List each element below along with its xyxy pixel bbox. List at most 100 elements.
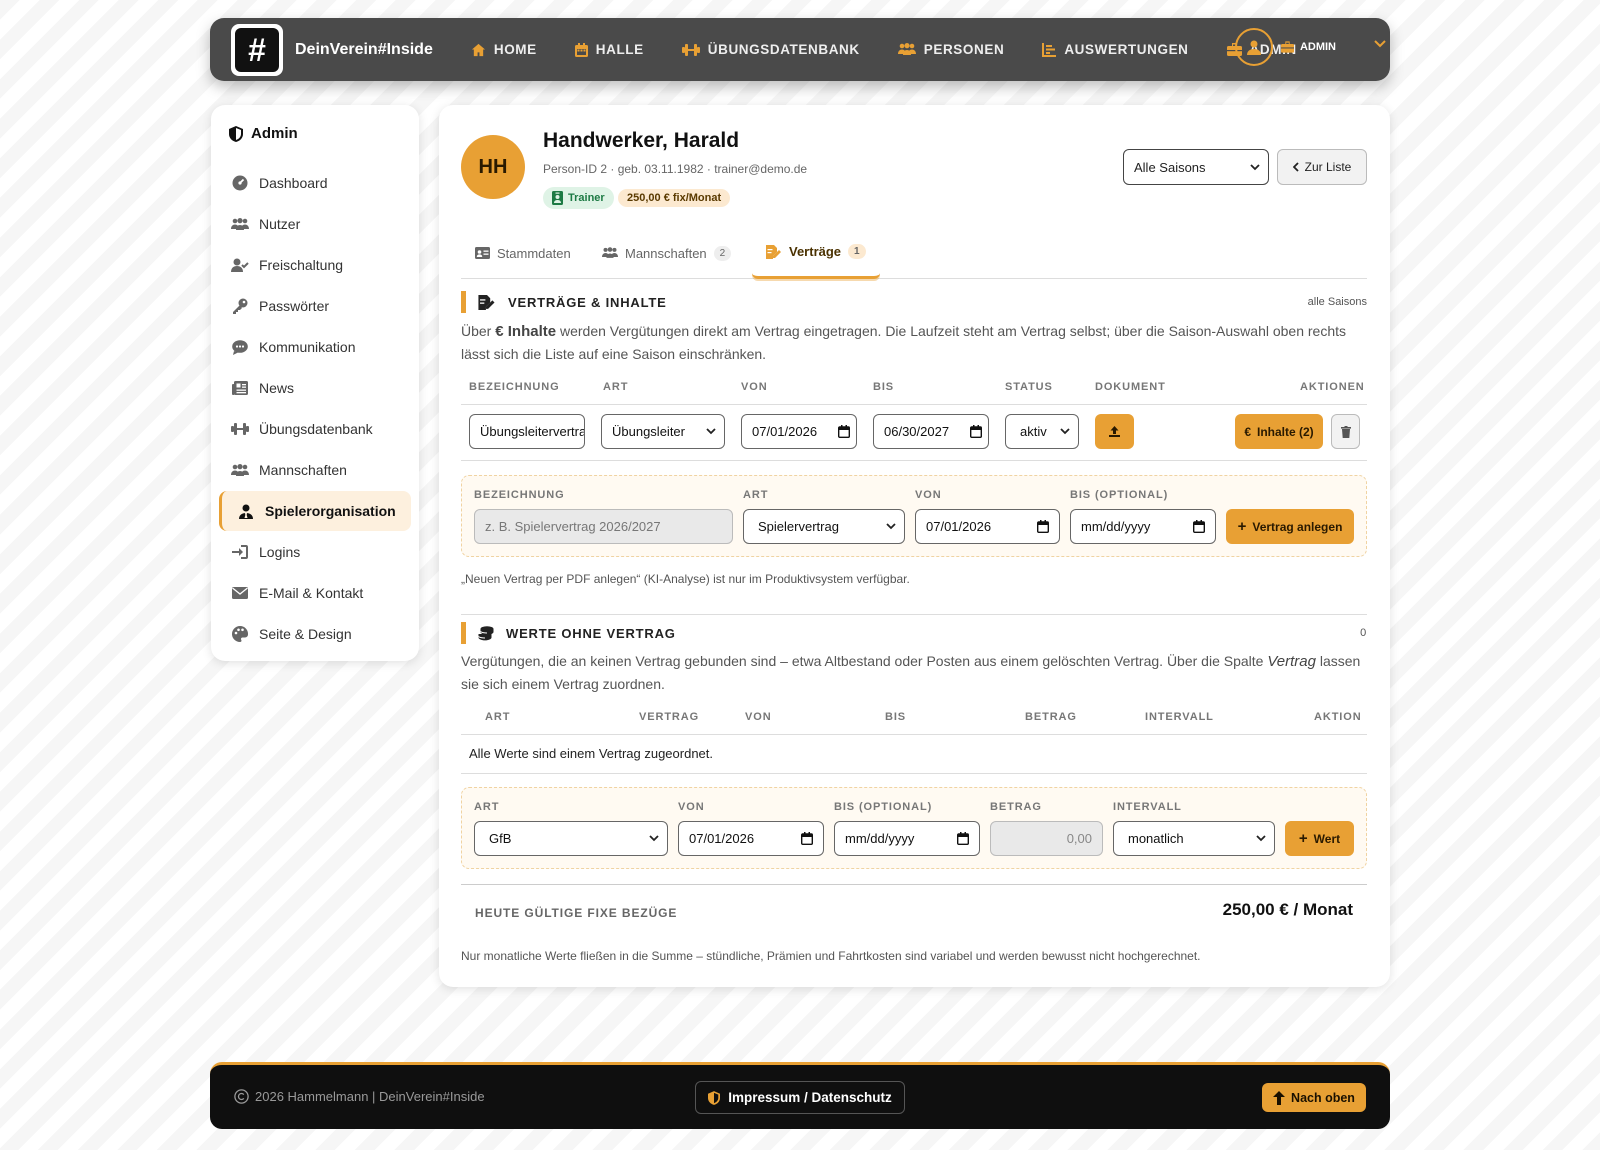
- sidebar-item-label: News: [259, 380, 295, 396]
- tab-vertraege[interactable]: Verträge 1: [752, 227, 880, 279]
- imprint-link[interactable]: Impressum / Datenschutz: [695, 1081, 905, 1114]
- sidebar-item-kommunikation[interactable]: Kommunikation: [219, 327, 411, 367]
- season-select[interactable]: Alle Saisons: [1123, 149, 1269, 185]
- nav-uebungsdatenbank-label: ÜBUNGSDATENBANK: [707, 42, 860, 57]
- contract-type-select[interactable]: Übungsleiter: [601, 414, 725, 449]
- sidebar-item-label: Seite & Design: [259, 626, 352, 642]
- shield-icon: [708, 1090, 721, 1105]
- tab-label: Stammdaten: [497, 245, 571, 261]
- new-contract-type-select[interactable]: Spielervertrag: [743, 509, 905, 544]
- values-section-header: WERTE OHNE VERTRAG 0: [461, 622, 1367, 644]
- chevron-down-icon: [649, 835, 659, 842]
- imprint-label: Impressum / Datenschutz: [728, 1090, 892, 1105]
- calendar-icon[interactable]: [1037, 520, 1049, 533]
- chat-icon: [231, 339, 249, 355]
- new-contract-name-input[interactable]: z. B. Spielervertrag 2026/2027: [474, 509, 733, 544]
- calendar-icon[interactable]: [801, 832, 813, 845]
- nav-personen-label: PERSONEN: [923, 42, 1005, 57]
- calendar-icon[interactable]: [838, 425, 850, 438]
- create-contract-button[interactable]: + Vertrag anlegen: [1226, 509, 1354, 544]
- brand-name[interactable]: DeinVerein#Inside: [295, 41, 433, 59]
- nav-halle[interactable]: HALLE: [574, 42, 644, 57]
- chevron-down-icon: [706, 428, 716, 435]
- field-label: BEZEICHNUNG: [474, 489, 565, 501]
- delete-contract-button[interactable]: [1331, 414, 1360, 449]
- nav-home[interactable]: HOME: [471, 42, 537, 57]
- copyright-text: 2026 Hammelmann | DeinVerein#Inside: [255, 1089, 485, 1104]
- calendar-icon[interactable]: [970, 425, 982, 438]
- contract-contents-label: Inhalte (2): [1257, 424, 1314, 439]
- sidebar-item-design[interactable]: Seite & Design: [219, 614, 411, 654]
- nav-auswertungen-label: AUSWERTUNGEN: [1064, 42, 1189, 57]
- nav-halle-label: HALLE: [595, 42, 644, 57]
- plus-icon: +: [1237, 518, 1247, 535]
- value-type-select[interactable]: GfB: [474, 821, 668, 856]
- tab-mannschaften[interactable]: Mannschaften 2: [588, 227, 745, 279]
- sidebar-item-uebungsdatenbank[interactable]: Übungsdatenbank: [219, 409, 411, 449]
- field-label: ART: [474, 801, 500, 813]
- sidebar-item-label: Nutzer: [259, 216, 301, 232]
- nav-auswertungen[interactable]: AUSWERTUNGEN: [1042, 42, 1188, 57]
- upload-document-button[interactable]: [1095, 414, 1134, 449]
- back-to-top-button[interactable]: Nach oben: [1262, 1083, 1366, 1112]
- sidebar-item-passwoerter[interactable]: Passwörter: [219, 286, 411, 326]
- new-contract-end-date[interactable]: mm/dd/yyyy: [1070, 509, 1216, 544]
- contract-start-date[interactable]: 07/01/2026: [741, 414, 857, 449]
- sidebar-item-dashboard[interactable]: Dashboard: [219, 163, 411, 203]
- col-header: BETRAG: [1025, 711, 1077, 723]
- new-value-form: ART VON BIS (OPTIONAL) BETRAG INTERVALL …: [461, 787, 1367, 869]
- chevron-down-icon: [1060, 428, 1070, 435]
- back-to-list-button[interactable]: Zur Liste: [1277, 149, 1367, 185]
- contract-end-date[interactable]: 06/30/2027: [873, 414, 989, 449]
- calendar-icon[interactable]: [957, 832, 969, 845]
- sidebar-item-mannschaften[interactable]: Mannschaften: [219, 450, 411, 490]
- contract-contents-button[interactable]: € Inhalte (2): [1235, 414, 1323, 449]
- select-value: Spielervertrag: [758, 519, 839, 534]
- brand-logo[interactable]: #: [231, 23, 283, 76]
- divider: [461, 614, 1367, 615]
- user-menu[interactable]: ADMIN: [1234, 28, 1336, 66]
- top-navbar: # DeinVerein#Inside HOME HALLE ÜBUNGSDAT…: [210, 18, 1390, 81]
- field-label: ART: [743, 489, 769, 501]
- contracts-section-header: VERTRÄGE & INHALTE alle Saisons: [461, 291, 1367, 313]
- tab-stammdaten[interactable]: Stammdaten: [461, 227, 585, 279]
- add-value-button[interactable]: + Wert: [1285, 821, 1354, 856]
- value-interval-select[interactable]: monatlich: [1113, 821, 1275, 856]
- envelope-icon: [231, 587, 249, 599]
- nav-uebungsdatenbank[interactable]: ÜBUNGSDATENBANK: [681, 42, 860, 57]
- tab-count: 1: [848, 244, 866, 259]
- calendar-icon[interactable]: [1193, 520, 1205, 533]
- values-section-title: WERTE OHNE VERTRAG: [506, 625, 676, 641]
- sidebar-item-label: Passwörter: [259, 298, 330, 314]
- contract-name-input[interactable]: Übungsleitervertrag: [469, 414, 585, 449]
- divider: [461, 460, 1367, 461]
- avatar[interactable]: [1234, 28, 1273, 66]
- select-value: monatlich: [1128, 831, 1184, 846]
- contract-status-select[interactable]: aktiv: [1005, 414, 1079, 449]
- sidebar-item-label: Kommunikation: [259, 339, 356, 355]
- date-value: 07/01/2026: [689, 831, 755, 846]
- sidebar-item-freischaltung[interactable]: Freischaltung: [219, 245, 411, 285]
- file-signature-icon: [766, 244, 782, 259]
- field-label: BIS (OPTIONAL): [834, 801, 933, 813]
- nav-home-label: HOME: [493, 42, 537, 57]
- euro-icon: €: [1244, 424, 1251, 439]
- value-end-date[interactable]: mm/dd/yyyy: [834, 821, 980, 856]
- sidebar-item-news[interactable]: News: [219, 368, 411, 408]
- col-header: BIS: [873, 381, 895, 393]
- sidebar-item-spielerorganisation[interactable]: Spielerorganisation: [219, 491, 411, 531]
- nav-personen[interactable]: PERSONEN: [897, 42, 1005, 57]
- sidebar-item-nutzer[interactable]: Nutzer: [219, 204, 411, 244]
- value-start-date[interactable]: 07/01/2026: [678, 821, 824, 856]
- id-badge-icon: [552, 191, 563, 205]
- back-to-list-label: Zur Liste: [1304, 160, 1352, 174]
- new-contract-start-date[interactable]: 07/01/2026: [915, 509, 1060, 544]
- user-check-icon: [231, 258, 249, 272]
- sidebar-item-email[interactable]: E-Mail & Kontakt: [219, 573, 411, 613]
- value-amount-input[interactable]: 0,00: [990, 821, 1103, 856]
- chevron-down-icon[interactable]: [1374, 40, 1386, 48]
- shield-icon: [229, 125, 243, 142]
- person-detail-card: HH Handwerker, Harald Person-ID 2 · geb.…: [439, 105, 1390, 987]
- gauge-icon: [231, 175, 249, 191]
- sidebar-item-logins[interactable]: Logins: [219, 532, 411, 572]
